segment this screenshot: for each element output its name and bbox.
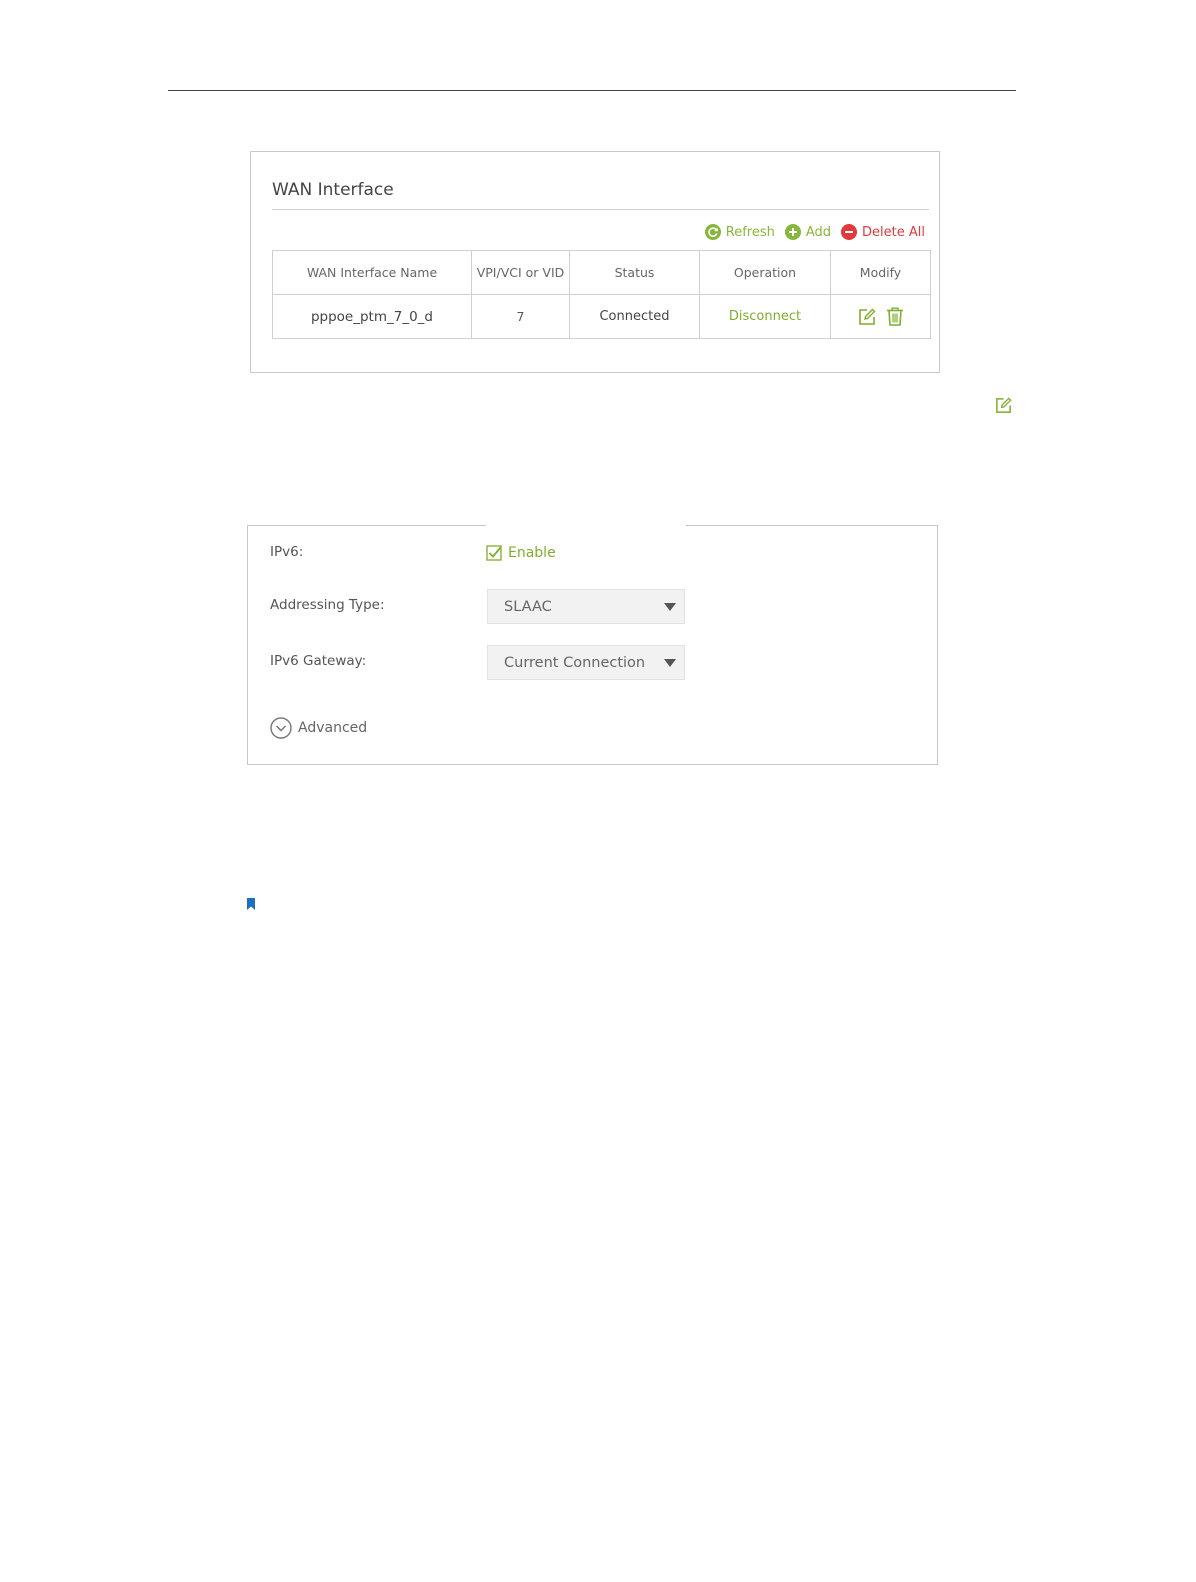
wan-interface-table: WAN Interface Name VPI/VCI or VID Status…: [272, 250, 931, 339]
refresh-icon: [704, 224, 721, 240]
enable-label: Enable: [508, 545, 556, 561]
disconnect-link[interactable]: Disconnect: [699, 294, 831, 339]
bookmark-icon: [247, 898, 255, 910]
chevron-down-icon: [664, 659, 676, 667]
advanced-toggle[interactable]: Advanced: [270, 717, 367, 739]
interface-name-cell: pppoe_ptm_7_0_d: [272, 294, 472, 339]
delete-all-button[interactable]: Delete All: [841, 224, 925, 240]
ipv6-gateway-value: Current Connection: [504, 655, 646, 671]
add-button[interactable]: Add: [784, 224, 832, 240]
table-header-row: WAN Interface Name VPI/VCI or VID Status…: [272, 250, 931, 295]
refresh-button[interactable]: Refresh: [704, 224, 775, 240]
ipv6-gateway-label: IPv6 Gateway:: [270, 653, 367, 669]
minus-circle-icon: [841, 224, 858, 240]
ipv6-enable-checkbox[interactable]: Enable: [486, 545, 556, 561]
table-row: pppoe_ptm_7_0_d 7 Connected Disconnect: [272, 294, 931, 339]
checkbox-checked-icon: [486, 545, 502, 561]
advanced-label: Advanced: [298, 720, 368, 736]
vid-cell: 7: [471, 294, 570, 339]
delete-all-label: Delete All: [862, 224, 925, 240]
column-header: Operation: [699, 250, 831, 295]
column-header: VPI/VCI or VID: [471, 250, 570, 295]
column-header: WAN Interface Name: [272, 250, 472, 295]
wan-interface-panel: WAN Interface Refresh Add Delete All WAN…: [250, 151, 940, 373]
edit-icon[interactable]: [858, 308, 876, 326]
addressing-type-select[interactable]: SLAAC: [487, 589, 685, 624]
ipv6-settings-panel: IPv6: Enable Addressing Type: SLAAC IPv6…: [247, 525, 938, 765]
addressing-type-label: Addressing Type:: [270, 597, 385, 613]
chevron-circle-down-icon: [270, 717, 292, 739]
wan-toolbar: Refresh Add Delete All: [704, 224, 925, 240]
column-header: Modify: [830, 250, 931, 295]
status-cell: Connected: [569, 294, 700, 339]
title-divider: [272, 209, 929, 210]
ipv6-gateway-select[interactable]: Current Connection: [487, 645, 685, 680]
ipv6-label: IPv6:: [270, 544, 304, 560]
trash-icon[interactable]: [886, 307, 904, 326]
plus-circle-icon: [784, 224, 801, 240]
header-rule: [168, 90, 1016, 91]
column-header: Status: [569, 250, 700, 295]
edit-icon: [996, 397, 1012, 413]
chevron-down-icon: [664, 603, 676, 611]
refresh-label: Refresh: [725, 224, 775, 240]
addressing-type-value: SLAAC: [504, 599, 552, 615]
add-label: Add: [805, 224, 832, 240]
panel-title: WAN Interface: [272, 180, 394, 200]
modify-cell: [830, 294, 931, 339]
